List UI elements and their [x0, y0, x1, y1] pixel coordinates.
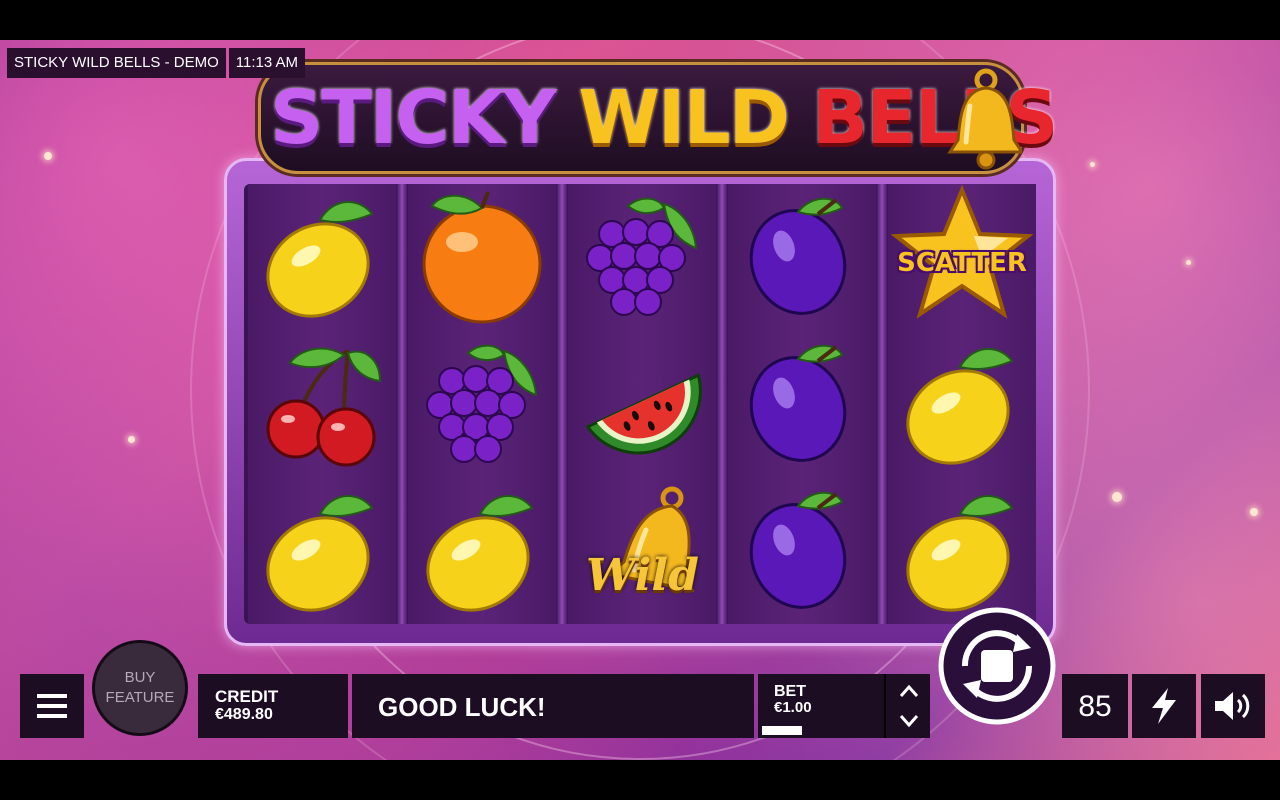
speaker-icon — [1215, 692, 1250, 720]
symbol-watermelon — [568, 331, 716, 477]
bet-stepper — [884, 674, 930, 738]
symbol-scatter-star: SCATTER — [888, 184, 1036, 330]
turbo-button[interactable] — [1132, 674, 1196, 738]
clock: 11:13 AM — [228, 48, 306, 78]
reel-5: SCATTER — [888, 184, 1036, 624]
reel-3: Wild — [568, 184, 716, 624]
reel-separator — [556, 184, 568, 624]
symbol-plum — [728, 478, 876, 624]
logo-text: STICKY WILD BELLS — [270, 68, 1058, 168]
autospin-count[interactable]: 85 — [1062, 674, 1128, 738]
sparkle — [1090, 162, 1095, 167]
scatter-label: SCATTER — [897, 248, 1027, 278]
credit-panel: CREDIT €489.80 — [198, 674, 348, 738]
symbol-lemon — [888, 478, 1036, 624]
reel-separator — [876, 184, 888, 624]
sound-button[interactable] — [1201, 674, 1265, 738]
sparkle — [44, 152, 52, 160]
chevron-up-icon[interactable] — [898, 682, 920, 700]
bet-level-meter — [762, 726, 802, 735]
menu-button[interactable] — [20, 674, 84, 738]
bottom-letterbox — [0, 760, 1280, 800]
reel-separator — [396, 184, 408, 624]
logo-word-sticky: STICKY — [270, 75, 557, 161]
symbol-orange — [408, 184, 556, 330]
bet-label: BET — [774, 683, 806, 700]
symbol-lemon — [248, 184, 396, 330]
logo-word-wild: WILD — [578, 75, 790, 161]
wild-label: Wild — [586, 550, 699, 601]
game-title: STICKY WILD BELLS - DEMO — [7, 48, 226, 78]
lightning-icon — [1152, 688, 1176, 724]
symbol-plum — [728, 331, 876, 477]
sparkle — [1250, 508, 1258, 516]
reels-grid: Wild SCATTER — [244, 184, 1036, 624]
credit-label: CREDIT — [215, 687, 279, 706]
reel-separator — [716, 184, 728, 624]
hamburger-menu-icon-bar — [37, 704, 67, 708]
chevron-down-icon[interactable] — [898, 712, 920, 730]
reel-1 — [248, 184, 396, 624]
symbol-wild-bell: Wild — [568, 478, 716, 624]
spin-button[interactable] — [937, 606, 1057, 726]
symbol-cherry — [248, 331, 396, 477]
symbol-grapes — [568, 184, 716, 330]
bet-value: €1.00 — [774, 699, 812, 716]
sparkle — [128, 436, 135, 443]
buy-feature-button[interactable]: BUY FEATURE — [92, 640, 188, 736]
sparkle — [1112, 492, 1122, 502]
game-logo: STICKY WILD BELLS — [252, 46, 1058, 178]
symbol-lemon — [408, 478, 556, 624]
message-panel: GOOD LUCK! — [352, 674, 754, 738]
bell-icon — [947, 68, 1022, 170]
stop-spin-icon — [981, 650, 1013, 682]
symbol-lemon — [888, 331, 1036, 477]
sparkle — [1186, 260, 1191, 265]
reel-4 — [728, 184, 876, 624]
hamburger-menu-icon-bar — [37, 714, 67, 718]
symbol-lemon — [248, 478, 396, 624]
game-window: STICKY WILD BELLS - DEMO 11:13 AM STICKY… — [0, 0, 1280, 800]
hamburger-menu-icon — [37, 694, 67, 698]
credit-value: €489.80 — [215, 706, 273, 723]
bet-panel: BET €1.00 — [758, 674, 930, 738]
symbol-grapes — [408, 331, 556, 477]
title-bar: STICKY WILD BELLS - DEMO 11:13 AM — [7, 48, 306, 78]
reel-2 — [408, 184, 556, 624]
symbol-plum — [728, 184, 876, 330]
